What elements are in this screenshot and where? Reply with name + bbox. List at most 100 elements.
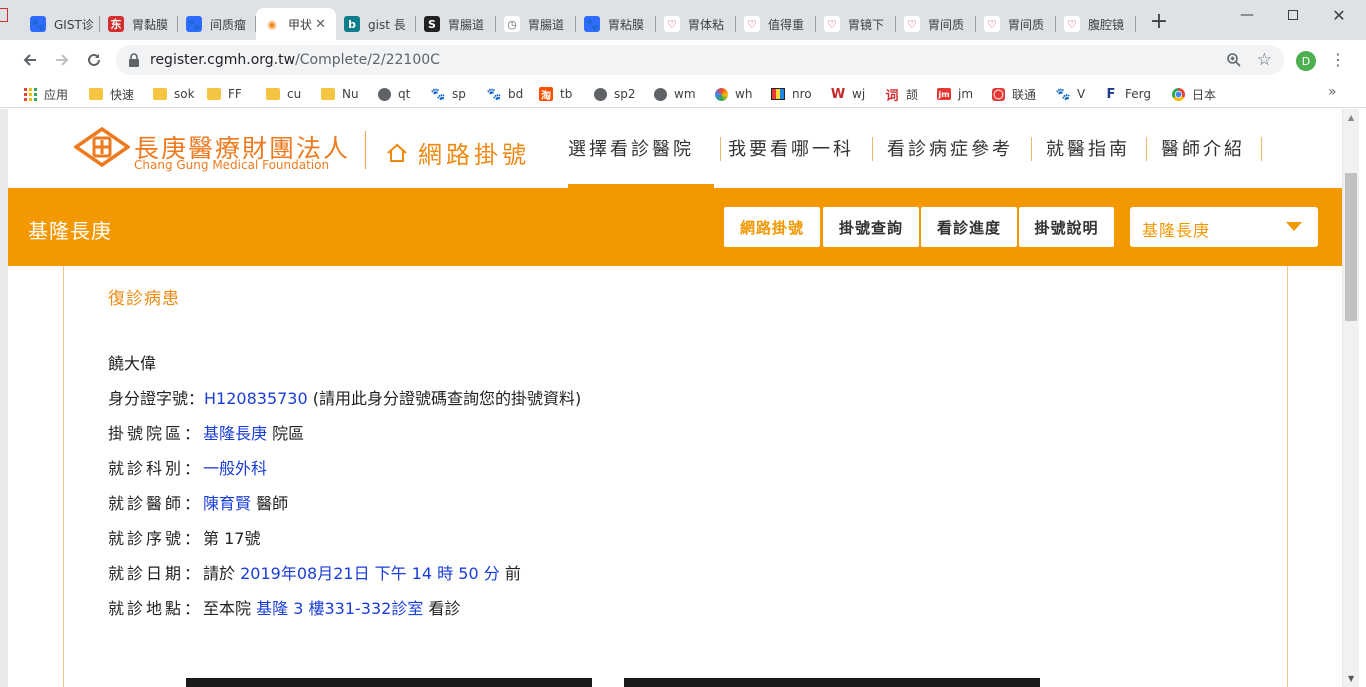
url-text: register.cgmh.org.tw/Complete/2/22100C	[150, 52, 440, 68]
bookmark-item[interactable]: 联通	[990, 85, 1036, 103]
profile-avatar[interactable]: D	[1296, 51, 1316, 71]
scroll-down-icon[interactable]: ▼	[1348, 674, 1354, 683]
scrollbar-thumb[interactable]	[1345, 173, 1357, 321]
paw-icon: 🐾	[486, 87, 502, 101]
online-registration-button[interactable]: 網路掛號	[724, 207, 820, 247]
back-arrow-icon	[23, 54, 36, 66]
bookmark-item[interactable]: FF	[206, 85, 242, 103]
nav-choose-hospital[interactable]: 選擇看診醫院	[568, 135, 694, 161]
bookmark-item[interactable]: 🐾 V	[1055, 85, 1086, 103]
scroll-up-icon[interactable]: ▲	[1348, 113, 1354, 122]
close-window-button[interactable]: ✕	[1316, 0, 1362, 30]
zoom-icon[interactable]	[1226, 52, 1242, 68]
browser-tab[interactable]: 东胃黏膜	[100, 8, 178, 40]
forward-button[interactable]	[50, 48, 74, 72]
site-header: 長庚醫療財團法人 Chang Gung Medical Foundation 網…	[8, 109, 1342, 188]
bookmark-item[interactable]: 🐾 bd	[486, 85, 524, 103]
bookmark-label: FF	[228, 87, 242, 101]
doctor-suffix: 醫師	[256, 494, 289, 513]
registration-info-button[interactable]: 掛號說明	[1019, 207, 1114, 247]
browser-tab[interactable]: b gist 長	[336, 8, 416, 40]
band-hospital-title: 基隆長庚	[28, 219, 112, 243]
date-suffix: 前	[504, 564, 521, 583]
paw-icon: 🐾	[30, 16, 46, 32]
online-registration-link[interactable]: 網路掛號	[386, 135, 530, 170]
site-logo[interactable]: 長庚醫療財團法人 Chang Gung Medical Foundation	[74, 125, 354, 173]
bing-icon: b	[344, 16, 360, 32]
patient-name: 饒大偉	[108, 354, 157, 373]
online-registration-label: 網路掛號	[418, 141, 530, 169]
bookmark-item[interactable]: cu	[265, 85, 301, 103]
reload-button[interactable]	[82, 48, 106, 72]
bookmark-item[interactable]: F Ferg	[1103, 85, 1151, 103]
bookmark-item[interactable]: jm jm	[936, 85, 973, 103]
background-image-strip	[186, 678, 592, 687]
browser-tab[interactable]: ♡ 胃体粘	[656, 8, 736, 40]
browser-tab[interactable]: ♡ 胃间质	[976, 8, 1056, 40]
maximize-icon	[1288, 10, 1298, 20]
bookmark-item[interactable]: sp2	[592, 85, 636, 103]
bookmark-item[interactable]: 快速	[88, 85, 134, 103]
location-prefix: 至本院	[203, 599, 252, 618]
bookmark-label: jm	[958, 87, 974, 101]
bookmark-item[interactable]: 🐾 sp	[430, 85, 466, 103]
chrome-menu-icon[interactable]: ⋮	[1330, 50, 1346, 70]
back-button[interactable]	[18, 48, 42, 72]
bookmark-item[interactable]: sok	[152, 85, 195, 103]
hospital-select[interactable]: 基隆長庚	[1130, 207, 1318, 247]
tab-close-icon[interactable]: ✕	[315, 17, 326, 32]
minimize-button[interactable]: —	[1224, 0, 1270, 30]
browser-tab[interactable]: ♡ 值得重	[736, 8, 816, 40]
tab-title: 胃腸道	[448, 17, 485, 32]
nav-symptom-reference[interactable]: 看診病症參考	[887, 135, 1013, 161]
bookmark-label: wh	[735, 87, 753, 101]
browser-tab[interactable]: 🐾 胃粘膜	[576, 8, 656, 40]
date-value: 2019年08月21日 下午 14 時 50 分	[240, 564, 500, 583]
browser-tab[interactable]: S 胃腸道	[416, 8, 496, 40]
browser-tab[interactable]: ◷ 胃腸道	[496, 8, 576, 40]
nav-medical-guide[interactable]: 就醫指南	[1046, 135, 1130, 161]
bookmark-item[interactable]: Nu	[320, 85, 359, 103]
maximize-button[interactable]	[1270, 0, 1316, 30]
tab-title: 胃间质	[928, 17, 965, 32]
bookmark-item[interactable]: 日本	[1170, 85, 1216, 103]
browser-tab[interactable]: 🐾 GIST诊	[22, 8, 100, 40]
browser-tab[interactable]: ◉ 甲状 ✕	[256, 8, 336, 40]
bookmark-item[interactable]: nro	[770, 85, 812, 103]
browser-tab[interactable]: 🐾 间质瘤	[178, 8, 256, 40]
heart-icon: ♡	[824, 16, 840, 32]
location-label: 就診地點：	[108, 599, 204, 618]
browser-tab[interactable]: ♡ 腹腔镜	[1056, 8, 1136, 40]
location-row: 就診地點：至本院 基隆 3 樓331-332診室 看診	[108, 595, 460, 619]
folder-icon	[265, 86, 281, 102]
bookmark-item[interactable]: wh	[713, 85, 752, 103]
unicom-icon	[990, 86, 1006, 102]
address-bar[interactable]: register.cgmh.org.tw/Complete/2/22100C ☆	[116, 45, 1284, 75]
sequence-label: 就診序號：	[108, 529, 204, 548]
bookmark-item[interactable]: 淘 tb	[538, 85, 572, 103]
reload-icon	[88, 53, 100, 66]
bookmark-star-icon[interactable]: ☆	[1257, 50, 1272, 70]
tab-title: GIST诊	[54, 17, 94, 32]
sequence-value: 第 17號	[203, 529, 261, 548]
registration-query-button[interactable]: 掛號查詢	[823, 207, 919, 247]
nav-doctor-intro[interactable]: 醫師介紹	[1161, 135, 1245, 161]
heart-icon: ♡	[1064, 16, 1080, 32]
tab-title: 胃间质	[1008, 17, 1045, 32]
jm-icon: jm	[937, 88, 951, 100]
bookmark-item[interactable]: qt	[376, 85, 410, 103]
bookmark-item[interactable]: 词颉	[884, 85, 918, 104]
bookmark-item[interactable]: wm	[652, 85, 696, 103]
paw-icon: 🐾	[1055, 87, 1071, 101]
new-tab-button[interactable]: +	[1148, 11, 1170, 34]
date-row: 就診日期：請於 2019年08月21日 下午 14 時 50 分 前	[108, 560, 521, 584]
page-scrollbar[interactable]: ▲ ▼	[1342, 109, 1359, 687]
bookmarks-overflow-icon[interactable]: »	[1328, 84, 1337, 100]
browser-tab[interactable]: ♡ 胃间质	[896, 8, 976, 40]
nav-choose-department[interactable]: 我要看哪一科	[728, 135, 854, 161]
consultation-progress-button[interactable]: 看診進度	[921, 207, 1017, 247]
browser-tab[interactable]: ♡ 胃镜下	[816, 8, 896, 40]
bookmark-item[interactable]: 应用	[22, 85, 68, 103]
bookmark-item[interactable]: Wwj	[830, 85, 865, 103]
lock-icon	[129, 53, 139, 67]
